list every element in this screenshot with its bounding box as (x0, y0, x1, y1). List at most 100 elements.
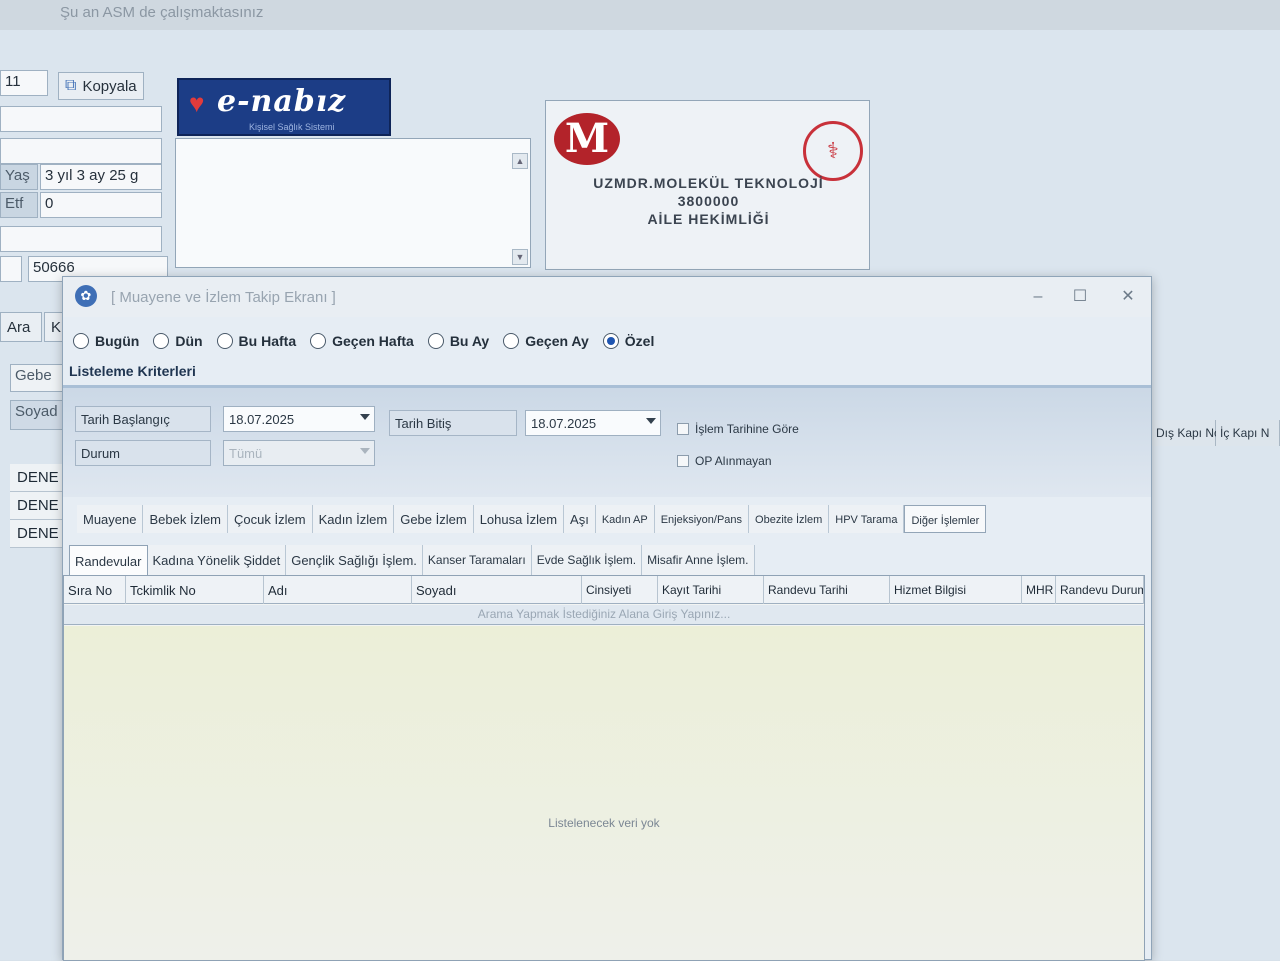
tab-evde-saglik[interactable]: Evde Sağlık İşlem. (531, 545, 643, 575)
clinic-code: 3800000 (677, 193, 740, 209)
main-tab-strip: Muayene Bebek İzlem Çocuk İzlem Kadın İz… (77, 505, 987, 533)
ministry-seal-icon: ⚕ (803, 121, 863, 181)
dialog-titlebar[interactable]: ✿ [ Muayene ve İzlem Takip Ekranı ] – ☐ … (63, 277, 1151, 317)
radio-this-month[interactable]: Bu Ay (427, 333, 489, 349)
tab-misafir-anne[interactable]: Misafir Anne İşlem. (642, 545, 755, 575)
radio-label: Özel (624, 333, 655, 349)
address-field[interactable] (0, 226, 162, 252)
status-value: Tümü (229, 446, 263, 461)
tab-lohusa-izlem[interactable]: Lohusa İzlem (473, 505, 565, 533)
tab-kadin-ap[interactable]: Kadın AP (595, 505, 655, 533)
radio-custom[interactable]: Özel (602, 333, 655, 349)
column-header-tckimlik[interactable]: Tckimlik No (126, 576, 264, 604)
copy-button[interactable]: ⧉ Kopyala (58, 72, 144, 100)
radio-today[interactable]: Bugün (73, 333, 139, 349)
close-icon[interactable]: ✕ (1115, 287, 1141, 307)
clinic-name: UZMDR.MOLEKÜL TEKNOLOJİ (593, 175, 824, 191)
radio-dot[interactable] (310, 333, 327, 349)
name-field[interactable] (0, 106, 162, 132)
scroll-up-icon[interactable]: ▲ (512, 153, 528, 169)
radio-label: Bugün (95, 333, 140, 349)
start-date-picker[interactable]: 18.07.2025 (223, 406, 375, 432)
tab-muayene[interactable]: Muayene (77, 505, 144, 533)
checkbox-box[interactable] (677, 423, 689, 435)
heart-icon: ♥ (189, 88, 205, 118)
column-header-inner-door[interactable]: İç Kapı N (1216, 420, 1280, 446)
start-date-value: 18.07.2025 (229, 412, 295, 427)
column-header-adi[interactable]: Adı (264, 576, 412, 604)
minimize-icon[interactable]: – (1025, 287, 1051, 307)
period-radio-group: Bugün Dün Bu Hafta Geçen Hafta Bu Ay Geç… (73, 333, 654, 349)
chevron-down-icon[interactable] (360, 414, 370, 420)
enabiz-tagline: Kişisel Sağlık Sistemi (249, 122, 335, 132)
tab-bebek-izlem[interactable]: Bebek İzlem (143, 505, 229, 533)
scroll-down-icon[interactable]: ▼ (512, 249, 528, 265)
start-date-label: Tarih Başlangıç (75, 406, 211, 432)
column-header-soyadi[interactable]: Soyadı (412, 576, 582, 604)
tab-diger-islemler[interactable]: Diğer İşlemler (904, 505, 987, 533)
gebe-tab[interactable]: Gebe (10, 364, 64, 392)
list-item[interactable]: DENE (10, 520, 65, 548)
tab-kanser-taramalari[interactable]: Kanser Taramaları (422, 545, 532, 575)
chevron-down-icon[interactable] (360, 448, 370, 454)
checkbox-box[interactable] (677, 455, 689, 467)
criteria-title: Listeleme Kriterleri (69, 363, 196, 379)
tab-enjeksiyon[interactable]: Enjeksiyon/Pans (654, 505, 750, 533)
radio-this-week[interactable]: Bu Hafta (216, 333, 296, 349)
radio-dot[interactable] (503, 333, 520, 349)
k-button[interactable]: K (44, 312, 64, 342)
examination-tracking-dialog: ✿ [ Muayene ve İzlem Takip Ekranı ] – ☐ … (62, 276, 1152, 961)
copy-button-label: Kopyala (82, 77, 137, 95)
tab-hpv-tarama[interactable]: HPV Tarama (829, 505, 905, 533)
end-date-picker[interactable]: 18.07.2025 (525, 410, 661, 436)
tab-genclik-sagligi[interactable]: Gençlik Sağlığı İşlem. (286, 545, 423, 575)
chevron-down-icon[interactable] (646, 418, 656, 424)
tab-kadina-yonelik-siddet[interactable]: Kadına Yönelik Şiddet (147, 545, 287, 575)
notes-textarea[interactable]: ▲ ▼ (175, 138, 531, 268)
tab-gebe-izlem[interactable]: Gebe İzlem (394, 505, 474, 533)
tab-randevular[interactable]: Randevular (69, 545, 148, 575)
search-button[interactable]: Ara (0, 312, 42, 342)
by-process-date-checkbox[interactable]: İşlem Tarihine Göre (677, 422, 799, 436)
column-header-randevu-durum[interactable]: Randevu Durum (1056, 576, 1144, 604)
tab-asi[interactable]: Aşı (564, 505, 596, 533)
column-header-sira-no[interactable]: Sıra No (64, 576, 126, 604)
column-header-randevu-tarihi[interactable]: Randevu Tarihi (764, 576, 890, 604)
radio-label: Geçen Ay (525, 333, 589, 349)
grid-search-row[interactable]: Arama Yapmak İstediğiniz Alana Giriş Yap… (64, 605, 1144, 625)
column-header-cinsiyeti[interactable]: Cinsiyeti (582, 576, 658, 604)
tab-kadin-izlem[interactable]: Kadın İzlem (312, 505, 395, 533)
radio-dot[interactable] (73, 333, 89, 349)
tab-obezite-izlem[interactable]: Obezite İzlem (749, 505, 830, 533)
radio-last-week[interactable]: Geçen Hafta (310, 333, 414, 349)
etf-field: 0 (40, 192, 162, 218)
radio-dot[interactable] (153, 333, 170, 349)
id-field[interactable]: 11 (0, 70, 48, 96)
radio-dot-selected[interactable] (602, 333, 619, 349)
age-label: Yaş (0, 164, 38, 190)
tab-cocuk-izlem[interactable]: Çocuk İzlem (228, 505, 313, 533)
column-header-hizmet-bilgisi[interactable]: Hizmet Bilgisi (890, 576, 1022, 604)
etf-label: Etf (0, 192, 38, 218)
surname-field[interactable] (0, 138, 162, 164)
phone-prefix-field[interactable] (0, 256, 22, 282)
copy-icon: ⧉ (65, 77, 77, 94)
radio-dot[interactable] (216, 333, 233, 349)
list-item[interactable]: DENE (10, 492, 65, 520)
grid-body[interactable]: Listelenecek veri yok (64, 626, 1144, 960)
dialog-title: [ Muayene ve İzlem Takip Ekranı ] (111, 289, 336, 306)
empty-message: Listelenecek veri yok (548, 816, 660, 830)
list-item[interactable]: DENE (10, 464, 65, 492)
column-header-mhr[interactable]: MHR (1022, 576, 1056, 604)
maximize-icon[interactable]: ☐ (1067, 287, 1093, 307)
app-icon: ✿ (75, 285, 97, 307)
radio-dot[interactable] (427, 333, 444, 349)
op-not-taken-checkbox[interactable]: OP Alınmayan (677, 454, 772, 468)
company-logo-icon: M (554, 113, 620, 165)
radio-last-month[interactable]: Geçen Ay (503, 333, 589, 349)
status-select[interactable]: Tümü (223, 440, 375, 466)
radio-yesterday[interactable]: Dün (153, 333, 203, 349)
appointments-grid: Sıra No Tckimlik No Adı Soyadı Cinsiyeti… (63, 575, 1145, 961)
column-header-outer-door[interactable]: Dış Kapı No (1152, 420, 1221, 446)
column-header-kayit-tarihi[interactable]: Kayıt Tarihi (658, 576, 764, 604)
